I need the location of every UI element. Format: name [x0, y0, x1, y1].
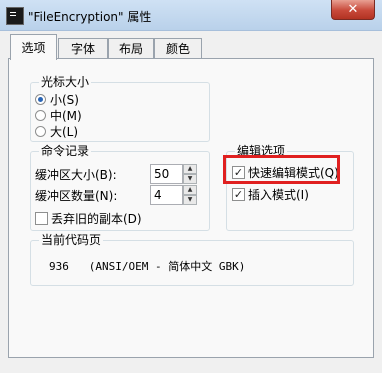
code-page-title: 当前代码页: [39, 233, 104, 247]
cursor-size-medium-label[interactable]: 中(M): [50, 109, 82, 123]
cursor-size-large-label[interactable]: 大(L): [50, 125, 78, 139]
buffer-size-label: 缓冲区大小(B):: [35, 168, 117, 182]
spin-down-icon: ▼: [187, 196, 193, 203]
cursor-size-large-radio[interactable]: [35, 126, 46, 137]
cursor-size-medium-radio[interactable]: [35, 110, 46, 121]
tab-options-label: 选项: [21, 41, 46, 55]
title-bar: "FileEncryption" 属性 ✕: [0, 0, 382, 31]
buffer-count-down-button[interactable]: ▼: [183, 195, 197, 205]
buffer-size-down-button[interactable]: ▼: [183, 174, 197, 184]
tab-options[interactable]: 选项: [10, 34, 57, 60]
tab-font[interactable]: 字体: [58, 38, 108, 58]
buffer-count-label: 缓冲区数量(N):: [35, 189, 118, 203]
cursor-size-title: 光标大小: [39, 75, 92, 89]
buffer-count-up-button[interactable]: ▲: [183, 185, 197, 195]
buffer-size-input[interactable]: 50: [150, 164, 183, 184]
spin-up-icon: ▲: [187, 165, 193, 172]
options-tab-panel: 光标大小 小(S) 中(M) 大(L) 命令记录 缓冲区大小(B): 50 ▲ …: [8, 58, 374, 358]
tab-layout[interactable]: 布局: [108, 38, 154, 58]
window-title: "FileEncryption" 属性: [28, 10, 152, 24]
command-history-title: 命令记录: [39, 144, 92, 158]
buffer-size-up-button[interactable]: ▲: [183, 164, 197, 174]
close-button[interactable]: ✕: [331, 0, 375, 20]
spin-down-icon: ▼: [187, 175, 193, 182]
insert-mode-checkbox[interactable]: ✓: [232, 188, 245, 201]
tab-colors-label: 颜色: [165, 42, 190, 56]
tab-colors[interactable]: 颜色: [154, 38, 202, 58]
discard-old-duplicates-checkbox[interactable]: [35, 212, 48, 225]
cursor-size-small-label[interactable]: 小(S): [50, 93, 79, 107]
buffer-count-input[interactable]: 4: [150, 185, 183, 205]
spin-up-icon: ▲: [187, 186, 193, 193]
checkmark-icon: ✓: [233, 188, 244, 201]
tab-layout-label: 布局: [118, 42, 143, 56]
discard-old-duplicates-label[interactable]: 丢弃旧的副本(D): [51, 212, 142, 226]
close-icon: ✕: [347, 2, 359, 17]
tab-font-label: 字体: [70, 42, 95, 56]
code-page-value: 936 (ANSI/OEM - 简体中文 GBK): [49, 260, 246, 273]
cursor-size-small-radio[interactable]: [35, 94, 46, 105]
console-app-icon: [6, 7, 24, 25]
insert-mode-label[interactable]: 插入模式(I): [248, 188, 309, 202]
quick-edit-highlight-box: [223, 155, 340, 184]
